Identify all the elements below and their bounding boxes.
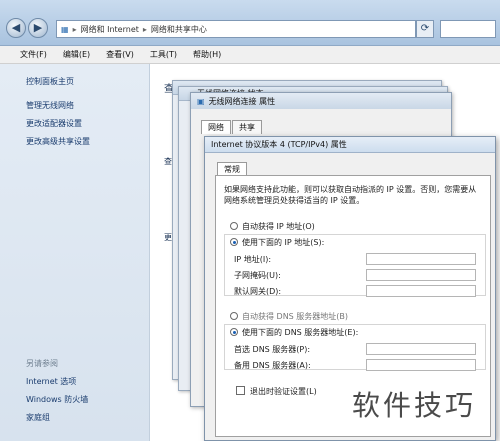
sidebar-link-manage-wireless[interactable]: 管理无线网络 — [26, 100, 74, 111]
manual-dns-label: 使用下面的 DNS 服务器地址(E): — [242, 328, 359, 337]
see-also-windows-firewall[interactable]: Windows 防火墙 — [26, 394, 88, 405]
alternate-dns-field[interactable] — [366, 359, 476, 371]
subnet-mask-field[interactable] — [366, 269, 476, 281]
tab-networking[interactable]: 网络 — [201, 120, 231, 134]
search-input[interactable] — [440, 20, 496, 38]
default-gateway-label: 默认网关(D): — [234, 287, 282, 296]
tab-general[interactable]: 常规 — [217, 162, 247, 176]
auto-dns-radio[interactable] — [230, 312, 238, 320]
breadcrumb-network-internet[interactable]: 网络和 Internet — [81, 24, 139, 35]
forward-button[interactable]: ▶ — [28, 18, 48, 38]
refresh-button[interactable]: ⟳ — [416, 20, 434, 38]
properties-tabs: 网络 共享 — [201, 120, 263, 134]
network-folder-icon: ▦ — [61, 24, 69, 34]
sidebar-link-advanced-sharing[interactable]: 更改高级共享设置 — [26, 136, 90, 147]
breadcrumb-sharing-center[interactable]: 网络和共享中心 — [151, 24, 207, 35]
back-arrow-icon: ◀ — [11, 21, 21, 34]
see-also-homegroup[interactable]: 家庭组 — [26, 412, 50, 423]
address-bar[interactable]: ▦ ▸ 网络和 Internet ▸ 网络和共享中心 — [56, 20, 416, 38]
menu-bar: 文件(F) 编辑(E) 查看(V) 工具(T) 帮助(H) — [0, 46, 500, 64]
auto-ip-radio[interactable] — [230, 222, 238, 230]
breadcrumb-separator-icon: ▸ — [142, 24, 147, 34]
ip-address-field[interactable] — [366, 253, 476, 265]
tab-sharing[interactable]: 共享 — [232, 120, 262, 134]
explorer-titlebar: ◀ ▶ ▦ ▸ 网络和 Internet ▸ 网络和共享中心 ⟳ — [0, 0, 500, 46]
ipv4-dialog-title: Internet 协议版本 4 (TCP/IPv4) 属性 — [205, 137, 495, 153]
menu-file[interactable]: 文件(F) — [20, 49, 47, 60]
preferred-dns-label: 首选 DNS 服务器(P): — [234, 345, 311, 354]
menu-tools[interactable]: 工具(T) — [150, 49, 177, 60]
alternate-dns-label: 备用 DNS 服务器(A): — [234, 361, 311, 370]
see-also-internet-options[interactable]: Internet 选项 — [26, 376, 76, 387]
preferred-dns-field[interactable] — [366, 343, 476, 355]
manual-dns-radio[interactable] — [230, 328, 238, 336]
breadcrumb-separator-icon: ▸ — [72, 24, 77, 34]
validate-on-exit-label: 退出时验证设置(L) — [250, 387, 317, 396]
default-gateway-field[interactable] — [366, 285, 476, 297]
menu-help[interactable]: 帮助(H) — [193, 49, 221, 60]
menu-edit[interactable]: 编辑(E) — [63, 49, 90, 60]
menu-view[interactable]: 查看(V) — [106, 49, 134, 60]
refresh-icon: ⟳ — [420, 23, 430, 34]
ip-settings-description: 如果网络支持此功能，则可以获取自动指派的 IP 设置。否则，您需要从网络系统管理… — [224, 185, 477, 205]
manual-ip-label: 使用下面的 IP 地址(S): — [242, 238, 325, 247]
properties-title: 无线网络连接 属性 — [208, 96, 276, 106]
validate-on-exit-checkbox[interactable] — [236, 386, 245, 395]
back-button[interactable]: ◀ — [6, 18, 26, 38]
left-nav-pane: 控制面板主页 管理无线网络 更改适配器设置 更改高级共享设置 另请参阅 Inte… — [0, 64, 150, 441]
subnet-mask-label: 子网掩码(U): — [234, 271, 281, 280]
see-also-heading: 另请参阅 — [26, 359, 58, 368]
network-adapter-icon: ▣ — [197, 96, 205, 106]
ip-address-label: IP 地址(I): — [234, 255, 272, 264]
auto-ip-label: 自动获得 IP 地址(O) — [242, 222, 315, 231]
watermark-text: 软件技巧 — [352, 389, 477, 422]
sidebar-link-control-panel-home[interactable]: 控制面板主页 — [26, 76, 74, 87]
sidebar-link-adapter-settings[interactable]: 更改适配器设置 — [26, 118, 82, 129]
auto-dns-label: 自动获得 DNS 服务器地址(B) — [242, 312, 349, 321]
manual-ip-radio[interactable] — [230, 238, 238, 246]
forward-arrow-icon: ▶ — [33, 21, 43, 34]
properties-titlebar: ▣ 无线网络连接 属性 — [191, 93, 451, 109]
